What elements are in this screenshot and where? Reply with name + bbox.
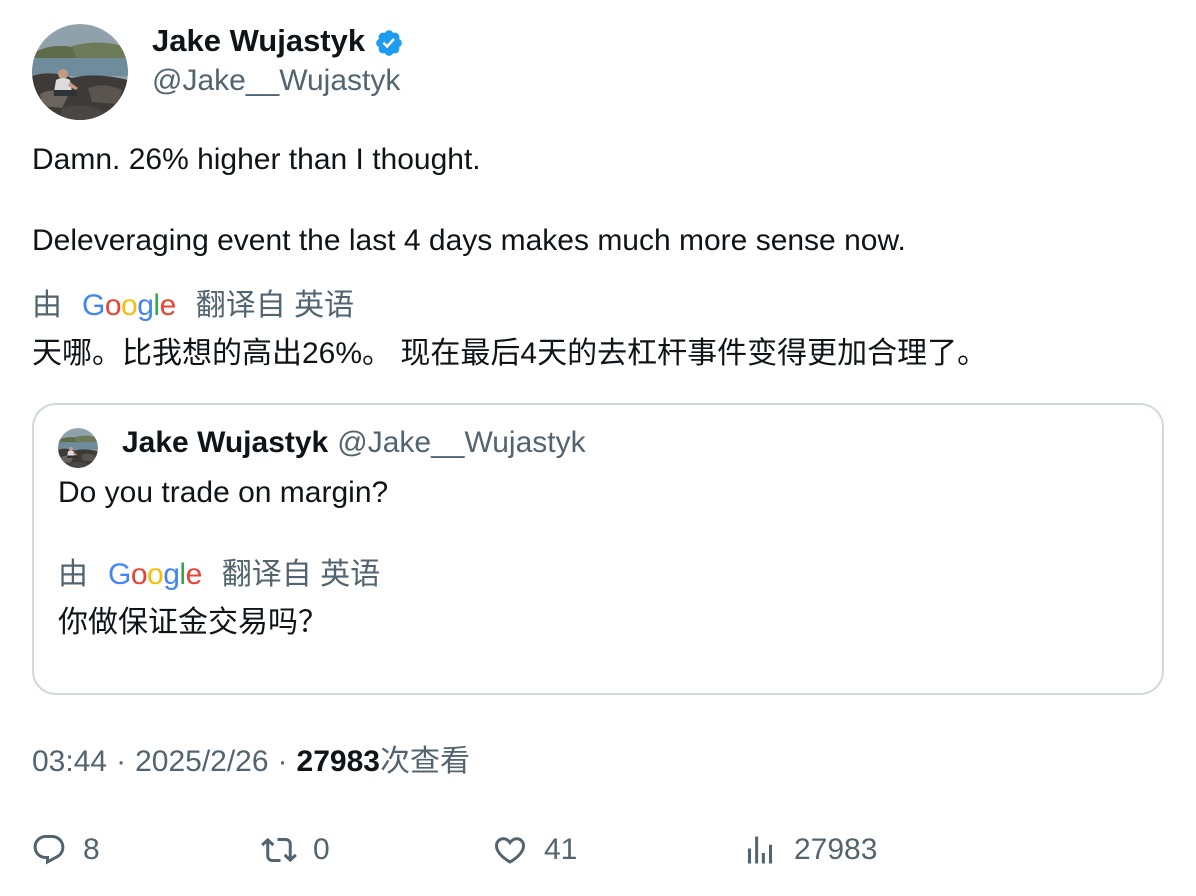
retweet-count: 0 [313,833,330,866]
quoted-translated-text: 你做保证金交易吗？ [58,606,328,639]
tweet-text: Damn. 26% higher than I thought. Delever… [32,140,1164,261]
quoted-author-name[interactable]: Jake Wujastyk [122,426,328,459]
views-button[interactable]: 27983 [742,830,877,870]
translation-prefix: 由 [32,289,62,322]
author-handle[interactable]: @Jake__Wujastyk [152,62,400,100]
verified-badge-icon[interactable] [374,28,404,58]
quoted-author-row: Jake Wujastyk @Jake__Wujastyk [122,424,586,462]
view-count-label: 次查看 [379,745,470,778]
retweet-button[interactable]: 0 [261,830,330,870]
retweet-icon [261,832,297,868]
translation-source-label: 翻译自 英语 [195,289,355,322]
quoted-translation-attribution[interactable]: 由 Google 翻译自 英语 [58,555,380,595]
google-logo: Google [108,558,202,591]
google-logo: Google [82,289,176,322]
like-button[interactable]: 41 [492,830,577,870]
tweet-date[interactable]: 2025/2/26 [135,745,268,778]
reply-icon [31,832,67,868]
like-count: 41 [544,833,578,866]
views-count: 27983 [794,833,878,866]
tweet-time[interactable]: 03:44 [32,745,107,778]
tweet-paragraph: Damn. 26% higher than I thought. [32,143,481,176]
quoted-tweet-card[interactable]: Jake Wujastyk @Jake__Wujastyk Do you trad… [32,403,1164,695]
author-avatar-image [32,24,128,120]
author-avatar[interactable] [32,24,128,120]
tweet-paragraph: Deleveraging event the last 4 days makes… [32,224,906,257]
quoted-tweet-text: Do you trade on margin? [58,476,389,509]
view-count: 27983 [296,745,380,778]
tweet-meta: 03:44 · 2025/2/26 · 27983次查看 [32,742,470,782]
translation-attribution[interactable]: 由 Google 翻译自 英语 [32,286,354,326]
translation-source-label: 翻译自 英语 [221,558,381,591]
reply-button[interactable]: 8 [31,830,100,870]
views-icon [742,832,778,868]
author-name-row: Jake Wujastyk [152,22,404,60]
author-name[interactable]: Jake Wujastyk [152,22,365,60]
translation-prefix: 由 [58,558,88,591]
heart-icon [492,832,528,868]
reply-count: 8 [83,833,100,866]
translated-text: 天哪。比我想的高出26%。 现在最后4天的去杠杆事件变得更加合理了。 [32,337,988,370]
meta-separator: · [116,745,127,778]
quoted-author-avatar-image [58,428,98,468]
quoted-author-avatar[interactable] [58,428,98,468]
meta-separator: · [277,745,288,778]
quoted-author-handle[interactable]: @Jake__Wujastyk [337,426,585,459]
